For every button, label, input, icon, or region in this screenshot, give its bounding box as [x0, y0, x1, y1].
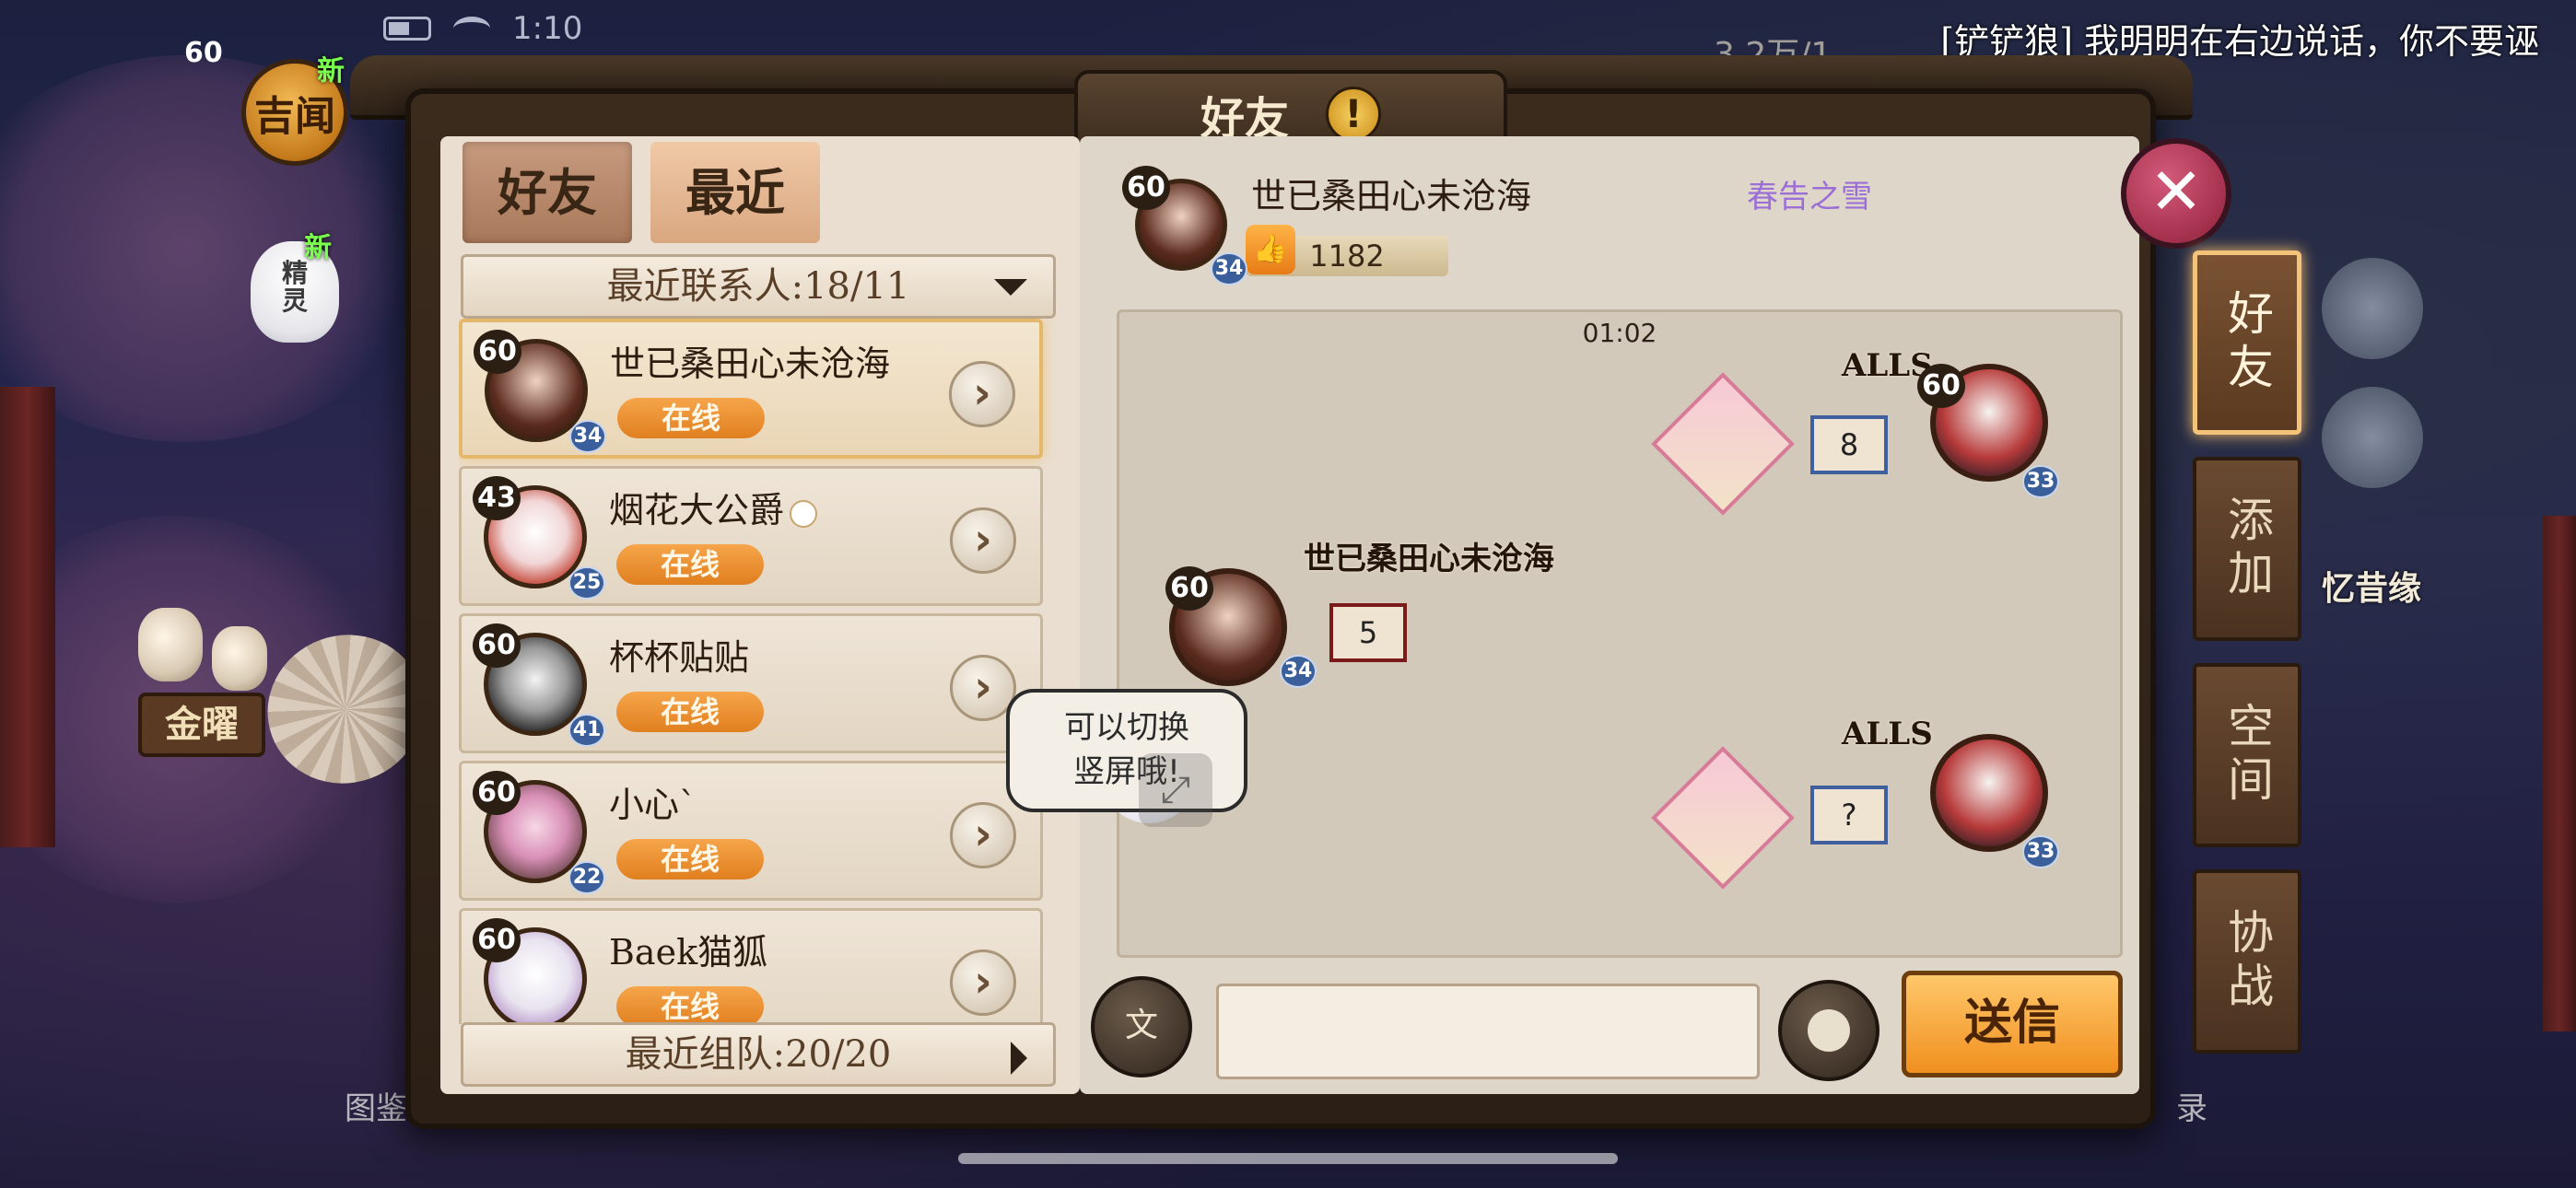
background-sign: 金曜	[138, 693, 265, 757]
battery-icon	[383, 17, 431, 41]
friend-item[interactable]: 60 34 世已桑田心未沧海 在线 ›	[459, 319, 1043, 459]
background-pillar	[0, 387, 55, 847]
friend-name: 小心`	[609, 785, 697, 825]
side-tab-friends[interactable]: 好友	[2193, 250, 2301, 435]
side-tabs: 好友 添加 空间 协战	[2193, 250, 2307, 1076]
avatar[interactable]	[1930, 734, 2048, 852]
friend-name-text: 烟花大公爵	[609, 490, 785, 530]
status-badge: 在线	[617, 398, 765, 438]
home-indicator[interactable]	[958, 1153, 1618, 1164]
player-level: 60	[184, 37, 223, 69]
status-badge: 在线	[616, 544, 764, 585]
message-bubble[interactable]: ?	[1810, 786, 1888, 844]
tab-recent[interactable]: 最近	[650, 142, 820, 243]
recent-team-header[interactable]: 最近组队:20/20	[461, 1022, 1056, 1087]
spirit-label: 精 灵	[281, 258, 308, 316]
friend-name: 烟花大公爵	[609, 482, 818, 532]
sub-level-badge: 33	[2022, 465, 2059, 498]
chat-partner-title: 春告之雪	[1747, 179, 1872, 215]
bestiary-label[interactable]: 图鉴	[345, 1083, 407, 1128]
friend-list-panel: 好友 最近 最近联系人:18/11 60 34 世已桑田心未沧海 在线 › 43…	[440, 136, 1080, 1094]
news-label: 吉闻	[254, 93, 335, 140]
chat-header-avatar[interactable]: 60 34	[1122, 166, 1247, 285]
background-ornament	[2322, 258, 2423, 359]
level-badge: 60	[474, 330, 521, 374]
friend-item[interactable]: 43 25 烟花大公爵 在线 ›	[459, 466, 1043, 606]
close-icon[interactable]: ✕	[2121, 138, 2231, 249]
warn-icon[interactable]: !	[1326, 87, 1381, 142]
recent-contacts-label: 最近联系人:18/11	[606, 265, 910, 308]
sub-level-badge: 33	[2022, 835, 2059, 868]
thumbs-up-icon[interactable]: 👍	[1246, 225, 1295, 274]
status-badge: 在线	[616, 692, 764, 732]
chevron-right-icon[interactable]: ›	[950, 507, 1016, 574]
sub-level-badge: 41	[568, 714, 605, 747]
level-badge: 60	[473, 623, 521, 668]
sub-level-badge: 22	[568, 861, 605, 894]
background-lantern	[138, 608, 203, 681]
friend-name: Baek猫狐	[609, 932, 768, 973]
friend-list[interactable]: 60 34 世已桑田心未沧海 在线 › 43 25 烟花大公爵 在线 › 60 …	[459, 319, 1061, 1024]
chat-log[interactable]: 01:02 ALLS 8 60 33 世已桑田心未沧海 60 34 5 ALLS…	[1117, 309, 2123, 958]
message-bubble[interactable]: 8	[1810, 415, 1888, 474]
status-time: 1:10	[512, 10, 583, 47]
emoji-icon[interactable]	[1778, 980, 1879, 1081]
send-button[interactable]: 送信	[1902, 971, 2123, 1077]
sheep-icon	[790, 499, 818, 528]
voice-to-text-icon[interactable]: 文	[1091, 976, 1192, 1077]
chevron-down-icon	[994, 279, 1027, 296]
recent-team-label: 最近组队:20/20	[625, 1033, 892, 1076]
spirit-new-tag: 新	[304, 232, 332, 264]
friend-name: 世已桑田心未沧海	[610, 344, 891, 384]
side-tab-add[interactable]: 添加	[2193, 457, 2301, 641]
recent-contacts-header[interactable]: 最近联系人:18/11	[461, 254, 1056, 319]
level-badge: 60	[1165, 566, 1213, 611]
level-badge: 60	[473, 918, 521, 962]
record-label[interactable]: 录	[2176, 1083, 2207, 1128]
tab-friends[interactable]: 好友	[463, 142, 632, 243]
chat-input[interactable]	[1216, 984, 1760, 1079]
chevron-right-icon[interactable]: ›	[949, 361, 1015, 427]
friend-item[interactable]: 60 Baek猫狐 在线 ›	[459, 908, 1043, 1024]
pet-sticker	[1651, 746, 1795, 890]
level-badge: 60	[473, 771, 521, 815]
level-badge: 43	[473, 476, 521, 520]
chevron-right-icon[interactable]: ›	[950, 802, 1016, 868]
status-badge: 在线	[616, 839, 764, 879]
chat-timestamp: 01:02	[1582, 318, 1657, 348]
friend-item[interactable]: 60 41 杯杯贴贴 在线 ›	[459, 613, 1043, 753]
background-pillar-right	[2543, 516, 2576, 1031]
level-badge: 60	[1122, 166, 1170, 210]
sub-level-badge: 25	[568, 566, 605, 600]
message-bubble[interactable]: 5	[1329, 603, 1407, 662]
sub-level-badge: 34	[1280, 655, 1317, 688]
sub-level-badge: 34	[569, 420, 606, 453]
chat-panel: 60 34 世已桑田心未沧海 春告之雪 1182 👍 01:02 ALLS 8 …	[1080, 136, 2139, 1094]
message-sender: 世已桑田心未沧海	[1304, 541, 1554, 577]
message-sender: ALLS	[1842, 716, 1933, 752]
wifi-icon	[453, 17, 490, 41]
background-lantern	[212, 626, 267, 691]
friend-name: 杯杯贴贴	[609, 637, 750, 678]
emoji-face	[1808, 1009, 1850, 1052]
status-badge: 在线	[616, 986, 764, 1024]
sub-level-badge: 34	[1211, 252, 1247, 285]
chevron-right-icon[interactable]: ›	[950, 949, 1016, 1016]
chevron-right-icon	[1011, 1042, 1027, 1075]
rotate-screen-icon[interactable]: ⤢	[1139, 753, 1212, 827]
side-tab-space[interactable]: 空间	[2193, 663, 2301, 847]
side-tab-coop[interactable]: 协战	[2193, 869, 2301, 1054]
voice-to-text-label: 文	[1124, 1007, 1158, 1044]
background-ornament	[2322, 387, 2423, 488]
memory-bond-label[interactable]: 忆昔缘	[2322, 562, 2421, 610]
level-badge: 60	[1917, 364, 1965, 408]
news-new-tag: 新	[317, 55, 345, 87]
chat-partner-name: 世已桑田心未沧海	[1251, 176, 1532, 216]
pet-sticker	[1651, 372, 1795, 516]
friend-item[interactable]: 60 22 小心` 在线 ›	[459, 761, 1043, 901]
status-bar: 1:10	[383, 7, 582, 50]
